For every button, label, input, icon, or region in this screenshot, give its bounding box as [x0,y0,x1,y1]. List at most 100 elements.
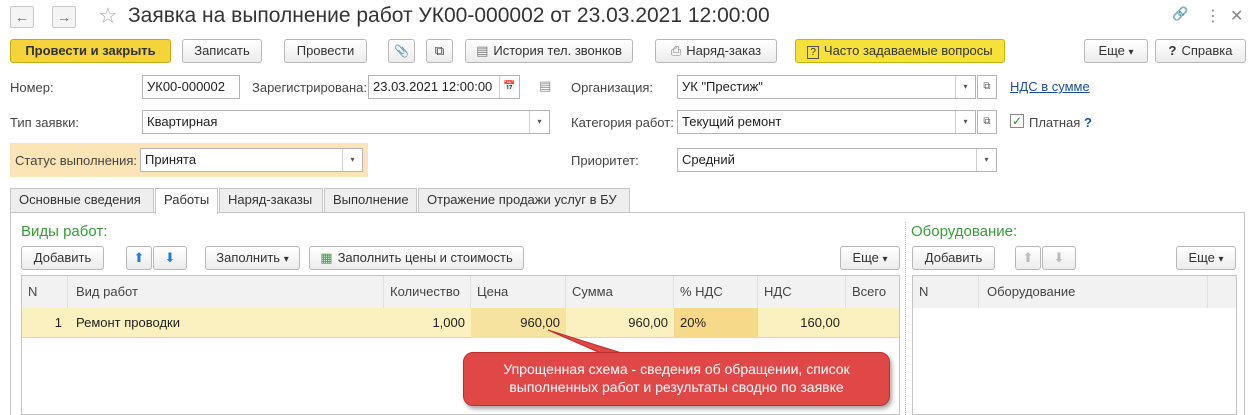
works-section-title: Виды работ: [21,223,108,240]
equipment-more-button[interactable]: Еще ▾ [1176,246,1236,270]
post-and-close-button[interactable]: Провести и закрыть [10,39,171,63]
column-header-n[interactable]: N [22,276,68,308]
column-header-sum[interactable]: Сумма [566,276,674,308]
forward-button[interactable]: → [52,6,76,28]
work-order-button[interactable]: ⎙ Наряд-заказ [655,39,777,63]
works-more-button[interactable]: Еще ▾ [840,246,900,270]
more-label: Еще [1098,43,1125,58]
move-up-button[interactable]: ⬆ [126,246,152,270]
calendar-icon[interactable]: 📅 [499,76,519,98]
column-header-equipment-n[interactable]: N [913,276,979,308]
table-row[interactable]: 1 Ремонт проводки 1,000 960,00 960,00 20… [22,308,899,338]
column-header-total[interactable]: Всего [846,276,899,308]
chevron-down-icon[interactable]: ▾ [342,149,362,171]
document-icon: ▤ [476,43,489,58]
callout-line-1: Упрощенная схема - сведения об обращении… [503,361,850,377]
fill-prices-button[interactable]: ▦ Заполнить цены и стоимость [309,246,524,270]
tab-execution[interactable]: Выполнение [324,188,417,212]
registered-date-value: 23.03.2021 12:00:00 [373,79,493,94]
cell-work: Ремонт проводки [76,315,180,330]
close-icon[interactable]: ✕ [1230,6,1243,26]
paid-checkbox[interactable]: ✓ [1010,114,1024,128]
column-header-work[interactable]: Вид работ [68,276,384,308]
cell-vat: 160,00 [800,315,840,330]
comment-icon[interactable]: ▤ [539,78,551,94]
callout-line-2: выполненных работ и результаты сводно по… [509,379,844,395]
organization-open-button[interactable]: ⧉ [977,75,997,99]
status-field[interactable]: Принята ▾ [140,148,363,172]
chevron-down-icon: ▾ [283,254,289,265]
page-title: Заявка на выполнение работ УК00-000002 о… [128,4,770,27]
paid-help-icon[interactable]: ? [1084,115,1092,130]
column-header-quantity[interactable]: Количество [384,276,471,308]
favorite-star-icon[interactable]: ☆ [98,3,118,29]
request-type-label: Тип заявки: [10,115,79,130]
column-header-vat-rate[interactable]: % НДС [674,276,758,308]
chevron-down-icon[interactable]: ▾ [955,111,975,133]
cell-vat-rate: 20% [674,308,758,338]
chevron-down-icon: ▾ [1128,47,1134,58]
chevron-down-icon[interactable]: ▾ [529,111,549,133]
move-down-button[interactable]: ⬇ [153,246,187,270]
status-value: Принята [145,152,197,167]
request-type-field[interactable]: Квартирная ▾ [142,110,550,134]
help-label: Справка [1181,43,1233,58]
chevron-down-icon[interactable]: ▾ [976,149,996,171]
number-label: Номер: [10,80,54,95]
works-add-button[interactable]: Добавить [21,246,104,270]
back-button[interactable]: ← [10,6,34,28]
chevron-down-icon: ▾ [882,254,888,265]
equipment-table: N Оборудование [912,275,1237,415]
work-category-open-button[interactable]: ⧉ [977,110,997,134]
equipment-section-title: Оборудование: [911,223,1018,240]
cell-quantity: 1,000 [432,315,465,330]
vat-mode-link[interactable]: НДС в сумме [1010,79,1090,94]
tab-sales-accounting[interactable]: Отражение продажи услуг в БУ [418,188,630,212]
priority-field[interactable]: Средний ▾ [677,148,997,172]
cell-n: 1 [54,315,62,330]
section-divider [905,222,906,415]
column-header-vat[interactable]: НДС [758,276,846,308]
equipment-more-label: Еще [1188,250,1215,265]
faq-label: Часто задаваемые вопросы [823,43,993,58]
call-history-label: История тел. звонков [493,43,622,58]
help-button[interactable]: ? Справка [1155,39,1246,63]
annotation-callout: Упрощенная схема - сведения об обращении… [463,352,890,406]
equipment-add-button[interactable]: Добавить [912,246,995,270]
link-icon[interactable]: 🔗 [1172,6,1188,22]
faq-button[interactable]: ? Часто задаваемые вопросы [795,39,1005,63]
structure-button[interactable]: ⧉ [426,39,453,63]
fill-button[interactable]: Заполнить ▾ [205,246,300,270]
priority-value: Средний [682,152,735,167]
registered-date-field[interactable]: 23.03.2021 12:00:00 📅 [368,75,520,99]
work-category-field[interactable]: Текущий ремонт ▾ [677,110,976,134]
arrow-up-icon: ⬆ [1022,250,1034,265]
priority-label: Приоритет: [571,153,639,168]
paperclip-icon: 📎 [394,44,409,58]
number-field[interactable]: УК00-000002 [142,75,240,99]
equipment-move-down-button[interactable]: ⬇ [1042,246,1076,270]
request-type-value: Квартирная [147,114,218,129]
call-history-button[interactable]: ▤ История тел. звонков [465,39,633,63]
work-category-value: Текущий ремонт [682,114,782,129]
chevron-down-icon[interactable]: ▾ [955,76,975,98]
organization-field[interactable]: УК "Престиж" ▾ [677,75,976,99]
column-header-equipment[interactable]: Оборудование [979,276,1208,308]
organization-label: Организация: [571,80,654,95]
tab-main-info[interactable]: Основные сведения [10,188,154,212]
question-icon: ? [807,46,819,59]
arrow-up-icon: ⬆ [133,250,145,265]
help-icon: ? [1168,43,1177,58]
equipment-move-up-button[interactable]: ⬆ [1015,246,1041,270]
column-header-price[interactable]: Цена [471,276,566,308]
organization-value: УК "Престиж" [682,79,763,94]
tab-works[interactable]: Работы [155,188,218,214]
tab-work-orders[interactable]: Наряд-заказы [219,188,323,212]
chevron-down-icon: ▾ [1218,254,1224,265]
more-button[interactable]: Еще ▾ [1084,39,1148,63]
more-menu-icon[interactable]: ⋮ [1205,6,1221,26]
post-button[interactable]: Провести [284,39,367,63]
column-header-spacer [1208,276,1236,308]
attach-button[interactable]: 📎 [388,39,415,63]
save-button[interactable]: Записать [182,39,262,63]
